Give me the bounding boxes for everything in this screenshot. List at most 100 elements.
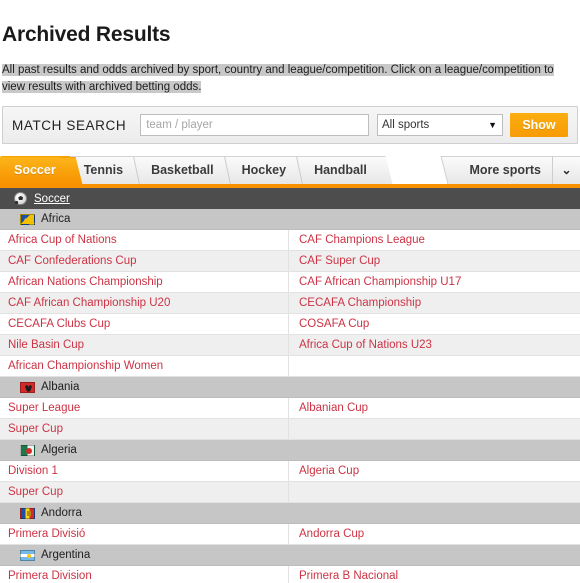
league-cell: CECAFA Championship [288, 293, 580, 314]
league-cell: Albanian Cup [288, 398, 580, 419]
tab-basketball[interactable]: Basketball [137, 156, 228, 185]
league-link[interactable]: Super Cup [8, 423, 63, 435]
league-cell: Africa Cup of Nations U23 [288, 335, 580, 356]
league-cell: CAF Confederations Cup [0, 251, 288, 271]
country-name: Argentina [41, 549, 91, 562]
league-link[interactable]: Primera Division [8, 570, 92, 582]
league-link[interactable]: African Nations Championship [8, 276, 163, 288]
match-search-panel: MATCH SEARCH All sports ▼ Show [2, 106, 578, 145]
league-link[interactable]: Africa Cup of Nations U23 [299, 339, 432, 351]
country-header-argentina: Argentina [0, 545, 580, 567]
league-link[interactable]: Andorra Cup [299, 528, 364, 540]
league-link[interactable]: Super League [8, 402, 80, 414]
sport-tabs: Soccer Tennis Basketball Hockey Handball Mor… [0, 156, 580, 185]
country-header-albania: Albania [0, 377, 580, 399]
league-link[interactable]: CAF African Championship U20 [8, 297, 170, 309]
search-input[interactable] [140, 114, 369, 137]
league-row: Super League Albanian Cup [0, 398, 580, 420]
country-header-algeria: Algeria [0, 440, 580, 462]
league-link[interactable]: Africa Cup of Nations [8, 234, 117, 246]
league-row: CAF Confederations Cup CAF Super Cup [0, 251, 580, 273]
sport-breadcrumb-label[interactable]: Soccer [34, 193, 70, 205]
show-button[interactable]: Show [510, 113, 568, 138]
league-link[interactable]: CAF Super Cup [299, 255, 380, 267]
league-link[interactable]: COSAFA Cup [299, 318, 369, 330]
league-cell: African Championship Women [0, 356, 288, 376]
league-link[interactable]: Albanian Cup [299, 402, 368, 414]
league-row: African Championship Women [0, 356, 580, 378]
league-cell: Primera B Nacional [288, 566, 580, 583]
country-name: Algeria [41, 444, 77, 457]
league-cell: CAF African Championship U20 [0, 293, 288, 313]
league-row: African Nations Championship CAF African … [0, 272, 580, 294]
league-cell: Super League [0, 398, 288, 418]
league-link[interactable]: CAF Champions League [299, 234, 425, 246]
league-link[interactable]: Super Cup [8, 486, 63, 498]
league-cell: Division 1 [0, 461, 288, 481]
sport-tabs-bar: Soccer Tennis Basketball Hockey Handball Mor… [0, 156, 580, 185]
league-row: Nile Basin Cup Africa Cup of Nations U23 [0, 335, 580, 357]
match-search-label: MATCH SEARCH [12, 117, 127, 133]
league-cell [288, 419, 580, 440]
league-row: CECAFA Clubs Cup COSAFA Cup [0, 314, 580, 336]
league-row: Primera Divisió Andorra Cup [0, 524, 580, 546]
league-cell: CAF African Championship U17 [288, 272, 580, 293]
country-header-andorra: Andorra [0, 503, 580, 525]
argentina-flag-icon [20, 549, 35, 561]
country-name: Andorra [41, 507, 82, 520]
league-link[interactable]: Nile Basin Cup [8, 339, 84, 351]
sport-select[interactable]: All sports ▼ [377, 114, 503, 137]
league-cell: Africa Cup of Nations [0, 230, 288, 250]
page-title: Archived Results [2, 23, 171, 47]
league-link[interactable]: CAF Confederations Cup [8, 255, 136, 267]
league-list: Africa Africa Cup of Nations CAF Champions… [0, 209, 580, 583]
albania-flag-icon [20, 381, 35, 393]
page-description: All past results and odds archived by sp… [0, 62, 576, 96]
league-row: Division 1 Algeria Cup [0, 461, 580, 483]
league-cell: Super Cup [0, 419, 288, 439]
sport-breadcrumb-bar: Soccer [0, 188, 580, 210]
league-row: Primera Division Primera B Nacional [0, 566, 580, 583]
league-link[interactable]: CECAFA Championship [299, 297, 421, 309]
page-description-text: All past results and odds archived by sp… [2, 64, 554, 94]
country-header-africa: Africa [0, 209, 580, 231]
league-cell: CAF Super Cup [288, 251, 580, 272]
league-row: Super Cup [0, 419, 580, 441]
chevron-down-icon: ▼ [488, 119, 497, 130]
league-cell: Andorra Cup [288, 524, 580, 545]
league-link[interactable]: Algeria Cup [299, 465, 359, 477]
league-link[interactable]: Primera B Nacional [299, 570, 398, 582]
tab-hockey[interactable]: Hockey [227, 156, 301, 185]
andorra-flag-icon [20, 507, 35, 519]
league-cell [288, 356, 580, 377]
league-row: Africa Cup of Nations CAF Champions Leagu… [0, 230, 580, 252]
league-link[interactable]: African Championship Women [8, 360, 163, 372]
league-row: CAF African Championship U20 CECAFA Champ… [0, 293, 580, 315]
more-sports-chevron-down-icon[interactable]: ⌄ [552, 156, 580, 185]
tab-handball[interactable]: Handball [300, 156, 381, 185]
country-name: Albania [41, 381, 80, 394]
league-cell: Primera Division [0, 566, 288, 583]
tab-soccer[interactable]: Soccer [0, 156, 70, 185]
league-cell: CECAFA Clubs Cup [0, 314, 288, 334]
league-cell: COSAFA Cup [288, 314, 580, 335]
country-name: Africa [41, 213, 71, 226]
league-cell: Primera Divisió [0, 524, 288, 544]
league-cell: Algeria Cup [288, 461, 580, 482]
league-link[interactable]: Primera Divisió [8, 528, 85, 540]
league-link[interactable]: CAF African Championship U17 [299, 276, 461, 288]
league-cell: CAF Champions League [288, 230, 580, 251]
league-cell [288, 482, 580, 503]
league-cell: African Nations Championship [0, 272, 288, 292]
league-cell: Nile Basin Cup [0, 335, 288, 355]
soccer-ball-icon [14, 192, 27, 206]
africa-flag-icon [20, 213, 35, 225]
league-link[interactable]: Division 1 [8, 465, 58, 477]
league-link[interactable]: CECAFA Clubs Cup [8, 318, 110, 330]
archived-results-page: Archived Results All past results and od… [0, 14, 580, 583]
more-sports-button[interactable]: More sports [453, 156, 552, 185]
sport-select-value: All sports [382, 119, 430, 132]
more-sports-group: More sports ⌄ [453, 156, 580, 185]
league-cell: Super Cup [0, 482, 288, 502]
league-row: Super Cup [0, 482, 580, 504]
